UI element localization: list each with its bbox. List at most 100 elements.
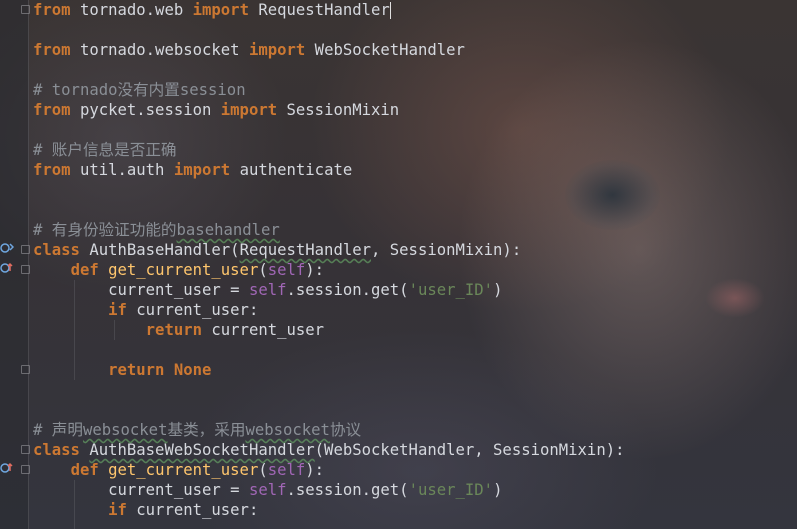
code-token: if	[108, 301, 127, 319]
code-line[interactable]	[33, 120, 797, 140]
code-token: self	[267, 461, 306, 479]
code-token: get_current_user	[108, 261, 259, 279]
code-token: # 声明	[33, 421, 83, 439]
code-token: (WebSocketHandler, SessionMixin):	[314, 441, 625, 459]
code-token: tornado.web	[70, 1, 193, 19]
code-line[interactable]: return current_user	[33, 320, 797, 340]
code-line[interactable]	[33, 400, 797, 420]
code-token: ):	[305, 261, 325, 279]
code-line[interactable]: current_user = self.session.get('user_ID…	[33, 480, 797, 500]
code-token: def	[70, 261, 99, 279]
code-token: from	[33, 161, 71, 179]
code-token: # 有身份验证功能的	[33, 221, 177, 239]
code-line[interactable]: def get_current_user(self):	[33, 460, 797, 480]
code-line[interactable]	[33, 20, 797, 40]
code-token: )	[493, 281, 503, 299]
code-token: import	[173, 161, 231, 179]
code-line[interactable]: # 有身份验证功能的basehandler	[33, 220, 797, 240]
fold-marker-icon[interactable]	[21, 465, 30, 474]
code-line[interactable]	[33, 380, 797, 400]
code-token: current_user =	[33, 281, 249, 299]
code-line[interactable]: from tornado.web import RequestHandler	[33, 0, 797, 20]
code-line[interactable]: current_user = self.session.get('user_ID…	[33, 280, 797, 300]
code-line[interactable]: class AuthBaseWebSocketHandler(WebSocket…	[33, 440, 797, 460]
code-token: return	[108, 361, 165, 379]
code-token: )	[493, 481, 503, 499]
code-token: tornado.websocket	[70, 41, 249, 59]
code-token: if	[108, 501, 127, 519]
code-token: self	[248, 281, 287, 299]
code-token: AuthBaseHandler	[89, 241, 231, 259]
code-line[interactable]: from pycket.session import SessionMixin	[33, 100, 797, 120]
code-token: from	[33, 101, 71, 119]
code-line[interactable]: if current_user:	[33, 500, 797, 520]
code-token: # 账户信息是否正确	[33, 141, 177, 159]
fold-marker-icon[interactable]	[21, 365, 30, 374]
code-token: 'user_ID'	[408, 481, 494, 499]
code-token: .session.get(	[286, 281, 409, 299]
code-token: None	[173, 361, 212, 379]
fold-marker-icon[interactable]	[21, 245, 30, 254]
code-token: pycket.session	[70, 101, 221, 119]
code-line[interactable]: from tornado.websocket import WebSocketH…	[33, 40, 797, 60]
code-line[interactable]: if current_user:	[33, 300, 797, 320]
code-token: (	[258, 461, 268, 479]
code-line[interactable]: # 声明websocket基类，采用websocket协议	[33, 420, 797, 440]
code-token: class	[33, 441, 80, 459]
code-token: util.auth	[70, 161, 174, 179]
code-token: import	[220, 101, 278, 119]
fold-marker-icon[interactable]	[21, 5, 30, 14]
code-token: (	[258, 261, 268, 279]
code-line[interactable]: # tornado没有内置session	[33, 80, 797, 100]
code-line[interactable]	[33, 180, 797, 200]
code-token: return	[145, 321, 203, 339]
code-line[interactable]	[33, 60, 797, 80]
code-token: basehandler	[176, 221, 280, 239]
code-token: from	[33, 41, 71, 59]
code-token: , SessionMixin):	[371, 241, 522, 259]
override-marker-icon[interactable]	[0, 462, 14, 474]
code-token: ):	[305, 461, 325, 479]
code-token: import	[192, 1, 249, 19]
code-line[interactable]	[33, 340, 797, 360]
override-marker-icon[interactable]	[0, 262, 14, 274]
code-token: (	[230, 241, 240, 259]
fold-marker-icon[interactable]	[21, 445, 30, 454]
fold-marker-icon[interactable]	[21, 265, 30, 274]
code-token: from	[33, 1, 71, 19]
code-token: self	[248, 481, 287, 499]
code-token: websocket	[245, 421, 330, 439]
code-token: 'user_ID'	[408, 281, 494, 299]
code-line[interactable]: def get_current_user(self):	[33, 260, 797, 280]
implemented-marker-icon[interactable]	[0, 242, 14, 254]
code-token: class	[33, 241, 80, 259]
code-token: WebSocketHandler	[305, 41, 465, 59]
code-token: RequestHandler	[239, 241, 371, 259]
code-token: RequestHandler	[248, 1, 390, 19]
code-line[interactable]: return None	[33, 360, 797, 380]
text-cursor	[389, 2, 391, 19]
code-token: get_current_user	[108, 461, 259, 479]
code-token: 基类，采用	[167, 421, 246, 439]
code-line[interactable]: # 账户信息是否正确	[33, 140, 797, 160]
code-token: import	[248, 41, 306, 59]
code-token: .session.get(	[286, 481, 409, 499]
code-token: AuthBaseWebSocketHandler	[89, 441, 315, 459]
code-editor[interactable]: from tornado.web import RequestHandler f…	[33, 0, 797, 520]
code-token: # tornado没有内置session	[33, 81, 246, 99]
code-token: current_user =	[33, 481, 249, 499]
code-line[interactable]: from util.auth import authenticate	[33, 160, 797, 180]
code-token: current_user:	[126, 301, 259, 319]
code-line[interactable]	[33, 200, 797, 220]
code-line[interactable]: class AuthBaseHandler(RequestHandler, Se…	[33, 240, 797, 260]
